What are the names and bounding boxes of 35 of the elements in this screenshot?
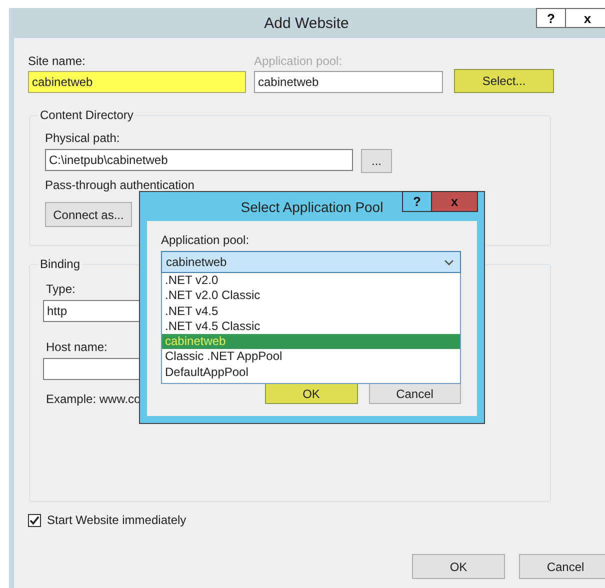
close-button[interactable]: x: [431, 191, 478, 212]
dropdown-option[interactable]: Classic .NET AppPool: [162, 349, 460, 365]
dropdown-option[interactable]: DefaultAppPool: [162, 364, 460, 380]
example-text: Example: www.co: [46, 392, 141, 406]
physical-path-field[interactable]: C:\inetpub\cabinetweb: [45, 149, 353, 171]
field-label: Host name:: [46, 340, 108, 354]
group-title: Binding: [38, 257, 82, 271]
field-label: Type:: [46, 282, 76, 296]
close-button[interactable]: x: [565, 8, 605, 28]
help-button[interactable]: ?: [536, 8, 566, 28]
ok-button[interactable]: OK: [265, 383, 358, 404]
dropdown-option[interactable]: .NET v4.5 Classic: [162, 318, 460, 334]
chevron-down-icon: [444, 258, 454, 266]
field-label: Physical path:: [45, 131, 120, 145]
dialog-title: Select Application Pool: [240, 198, 384, 214]
cancel-button[interactable]: Cancel: [368, 383, 461, 404]
cancel-button[interactable]: Cancel: [519, 554, 605, 579]
help-button[interactable]: ?: [402, 191, 432, 212]
group-title: Content Directory: [38, 108, 136, 122]
field-label: Application pool:: [254, 54, 344, 68]
checkbox[interactable]: [28, 514, 41, 526]
field-label: Application pool:: [161, 233, 250, 247]
ok-button[interactable]: OK: [412, 554, 505, 579]
browse-button[interactable]: ...: [361, 149, 392, 173]
site-name-field[interactable]: cabinetweb: [28, 71, 246, 93]
field-label: Pass-through authentication: [45, 178, 194, 192]
dropdown-option[interactable]: .NET v2.0 Classic: [162, 288, 460, 304]
application-pool-dropdown[interactable]: cabinetweb: [161, 251, 461, 273]
checkbox-label: Start Website immediately: [47, 513, 186, 527]
connect-as-button[interactable]: Connect as...: [45, 202, 132, 227]
dropdown-option[interactable]: .NET v2.0: [162, 273, 460, 288]
window-title: Add Website: [264, 14, 349, 32]
dropdown-option[interactable]: .NET v4.5: [162, 304, 460, 319]
select-button[interactable]: Select...: [454, 69, 554, 93]
field-label: Site name:: [28, 54, 86, 68]
